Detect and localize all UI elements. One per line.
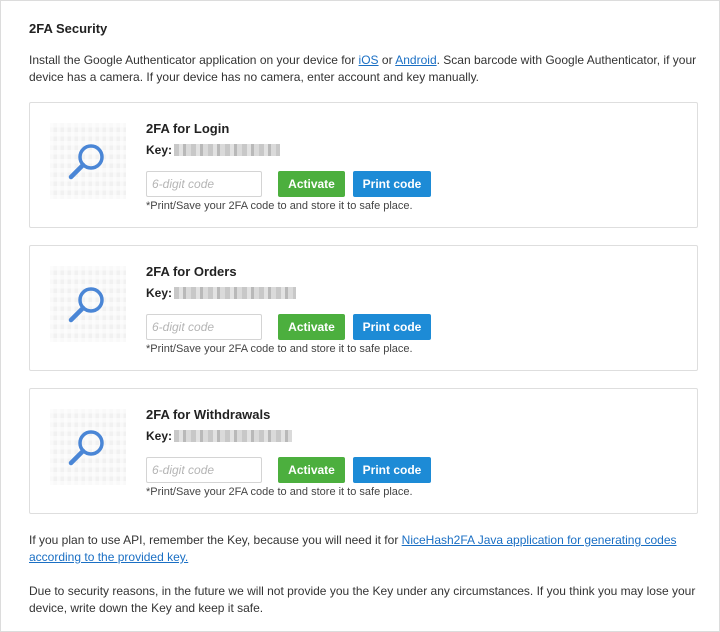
key-label: Key: bbox=[146, 286, 173, 300]
code-input[interactable] bbox=[146, 171, 262, 197]
key-label: Key: bbox=[146, 143, 173, 157]
qr-code-placeholder bbox=[50, 123, 126, 199]
blurred-key bbox=[174, 287, 297, 299]
intro-text: Install the Google Authenticator applica… bbox=[29, 53, 697, 84]
qr-code-placeholder bbox=[50, 409, 126, 485]
magnifier-icon bbox=[68, 287, 104, 323]
key-row: Key: bbox=[146, 285, 297, 301]
print-code-button[interactable]: Print code bbox=[353, 171, 431, 197]
print-code-button[interactable]: Print code bbox=[353, 314, 431, 340]
2fa-withdrawals-card: 2FA for Withdrawals Key: Activate Print … bbox=[29, 388, 698, 514]
magnifier-icon bbox=[68, 430, 104, 466]
activate-button[interactable]: Activate bbox=[278, 457, 345, 483]
code-input[interactable] bbox=[146, 457, 262, 483]
card-title: 2FA for Orders bbox=[146, 264, 237, 279]
code-input[interactable] bbox=[146, 314, 262, 340]
section-title: 2FA Security bbox=[29, 21, 108, 36]
2fa-login-card: 2FA for Login Key: Activate Print code *… bbox=[29, 102, 698, 228]
blurred-key bbox=[174, 430, 293, 442]
qr-code-placeholder bbox=[50, 266, 126, 342]
save-note: *Print/Save your 2FA code to and store i… bbox=[146, 343, 413, 355]
security-note: Due to security reasons, in the future w… bbox=[29, 584, 696, 615]
magnifier-icon bbox=[68, 144, 104, 180]
save-note: *Print/Save your 2FA code to and store i… bbox=[146, 200, 413, 212]
card-title: 2FA for Withdrawals bbox=[146, 407, 271, 422]
activate-button[interactable]: Activate bbox=[278, 171, 345, 197]
key-row: Key: bbox=[146, 142, 281, 158]
activate-button[interactable]: Activate bbox=[278, 314, 345, 340]
android-link[interactable]: Android bbox=[395, 53, 436, 67]
print-code-button[interactable]: Print code bbox=[353, 457, 431, 483]
2fa-security-panel: 2FA Security Install the Google Authenti… bbox=[0, 0, 720, 632]
blurred-key bbox=[174, 144, 281, 156]
key-label: Key: bbox=[146, 429, 173, 443]
save-note: *Print/Save your 2FA code to and store i… bbox=[146, 486, 413, 498]
api-note: If you plan to use API, remember the Key… bbox=[29, 533, 677, 564]
ios-link[interactable]: iOS bbox=[359, 53, 379, 67]
card-title: 2FA for Login bbox=[146, 121, 230, 136]
key-row: Key: bbox=[146, 428, 293, 444]
2fa-orders-card: 2FA for Orders Key: Activate Print code … bbox=[29, 245, 698, 371]
